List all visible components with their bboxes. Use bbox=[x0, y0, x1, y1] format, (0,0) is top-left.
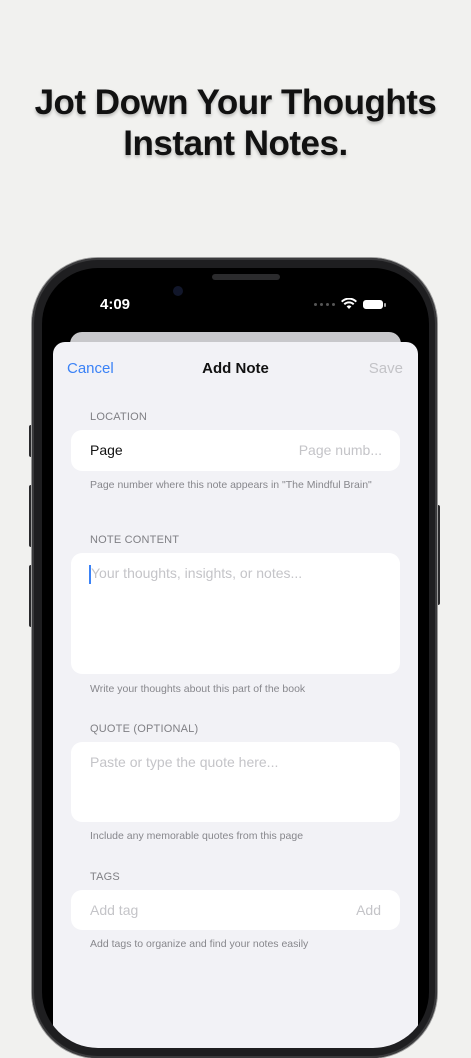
page-title: Add Note bbox=[202, 360, 269, 377]
marketing-headline: Jot Down Your Thoughts Instant Notes. bbox=[0, 82, 471, 164]
status-icons bbox=[314, 298, 386, 310]
tags-field[interactable]: Add tag Add bbox=[71, 890, 400, 930]
note-content-textarea[interactable]: Your thoughts, insights, or notes... bbox=[71, 553, 400, 674]
battery-icon bbox=[363, 299, 386, 309]
camera-icon bbox=[173, 286, 183, 296]
note-content-footer: Write your thoughts about this part of t… bbox=[90, 683, 306, 695]
page-number-field[interactable]: Page Page numb... bbox=[71, 430, 400, 471]
cellular-dots-icon bbox=[314, 302, 335, 306]
page-number-input[interactable]: Page numb... bbox=[299, 442, 382, 458]
note-content-placeholder: Your thoughts, insights, or notes... bbox=[91, 565, 303, 581]
save-button[interactable]: Save bbox=[369, 360, 403, 377]
navigation-bar: Cancel Add Note Save bbox=[53, 342, 418, 394]
add-note-sheet: Cancel Add Note Save LOCATION Page Page … bbox=[53, 342, 418, 1048]
quote-footer: Include any memorable quotes from this p… bbox=[90, 830, 304, 842]
wifi-icon bbox=[341, 298, 357, 309]
tags-section-label: TAGS bbox=[90, 871, 120, 883]
quote-textarea[interactable]: Paste or type the quote here... bbox=[71, 742, 400, 822]
add-tag-input[interactable]: Add tag bbox=[90, 902, 138, 918]
quote-section-label: QUOTE (OPTIONAL) bbox=[90, 723, 199, 735]
add-tag-button[interactable]: Add bbox=[356, 902, 381, 918]
location-footer: Page number where this note appears in "… bbox=[90, 479, 372, 491]
headline-line-2: Instant Notes. bbox=[123, 124, 348, 163]
location-section-label: LOCATION bbox=[90, 411, 148, 423]
speaker-grille bbox=[212, 274, 280, 280]
quote-placeholder: Paste or type the quote here... bbox=[90, 754, 279, 770]
note-content-section-label: NOTE CONTENT bbox=[90, 534, 180, 546]
headline-line-1: Jot Down Your Thoughts bbox=[34, 83, 437, 122]
phone-screen: 4:09 Cancel Add Note Save LOCATION Page … bbox=[42, 268, 429, 1048]
tags-footer: Add tags to organize and find your notes… bbox=[90, 938, 309, 950]
status-time: 4:09 bbox=[100, 296, 131, 313]
page-field-label: Page bbox=[90, 442, 123, 458]
